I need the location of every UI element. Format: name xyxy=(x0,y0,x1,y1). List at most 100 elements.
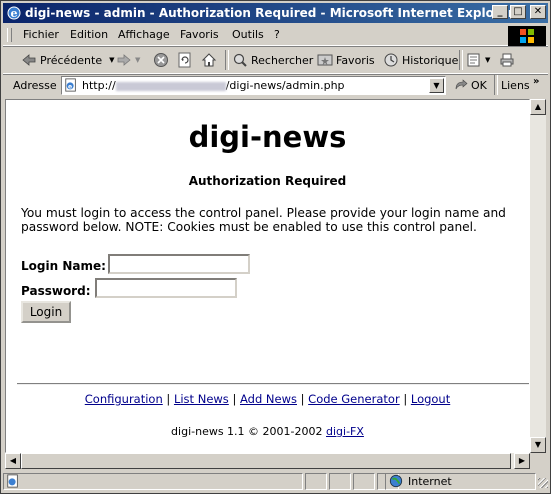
mail-icon xyxy=(466,52,482,68)
mail-button[interactable]: ▼ xyxy=(466,51,490,69)
ie-icon: e xyxy=(6,5,22,21)
close-button[interactable]: ✕ xyxy=(530,5,546,19)
page-title: digi-news xyxy=(188,120,347,154)
home-icon xyxy=(201,52,217,68)
page-subtitle: Authorization Required xyxy=(188,174,347,188)
url-prefix: http:// xyxy=(82,79,116,92)
browser-window: e digi-news - admin - Authorization Requ… xyxy=(0,0,551,494)
search-button[interactable]: Rechercher xyxy=(232,51,313,69)
home-button[interactable] xyxy=(201,51,217,69)
password-input[interactable] xyxy=(95,278,237,298)
nav-separator: | xyxy=(403,392,408,406)
nav-links: Configuration | List News | Add News | C… xyxy=(6,392,529,406)
search-label: Rechercher xyxy=(251,53,314,67)
standard-toolbar: Précédente ▼ ▼ Rechercher Favoris Histor… xyxy=(3,47,548,74)
history-button[interactable]: Historique xyxy=(383,51,458,69)
password-label: Password: xyxy=(21,284,91,298)
stop-button[interactable] xyxy=(153,51,169,69)
toolbar-separator xyxy=(494,75,498,95)
address-label: Adresse xyxy=(13,79,57,92)
link-configuration[interactable]: Configuration xyxy=(85,392,163,406)
vertical-scrollbar[interactable]: ▲ ▼ xyxy=(530,99,546,453)
scroll-up-button[interactable]: ▲ xyxy=(530,99,546,115)
address-bar: Adresse e http:///digi-news/admin.php ▼ … xyxy=(3,75,548,97)
window-title: digi-news - admin - Authorization Requir… xyxy=(25,6,514,20)
refresh-button[interactable] xyxy=(177,51,193,69)
history-icon xyxy=(383,52,399,68)
link-list-news[interactable]: List News xyxy=(174,392,229,406)
login-button[interactable]: Login xyxy=(21,301,71,323)
status-text-cell xyxy=(3,473,303,490)
back-dropdown-icon[interactable]: ▼ xyxy=(109,56,114,64)
favorites-label: Favoris xyxy=(336,53,375,67)
status-cell xyxy=(329,473,351,490)
history-label: Historique xyxy=(402,53,459,67)
forward-dropdown-icon[interactable]: ▼ xyxy=(135,56,140,64)
favorites-icon xyxy=(317,52,333,68)
zone-label: Internet xyxy=(408,475,452,488)
footer: digi-news 1.1 © 2001-2002 digi-FX xyxy=(6,425,529,438)
login-message: You must login to access the control pan… xyxy=(21,206,506,234)
nav-separator: | xyxy=(166,392,171,406)
address-dropdown-button[interactable]: ▼ xyxy=(429,78,444,93)
redacted-host xyxy=(115,81,226,91)
scroll-left-button[interactable]: ◀ xyxy=(5,453,21,469)
login-name-label: Login Name: xyxy=(21,259,106,273)
resize-grip[interactable] xyxy=(538,478,548,488)
stop-icon xyxy=(153,52,169,68)
menu-affichage[interactable]: Affichage xyxy=(118,28,170,41)
menu-edition[interactable]: Edition xyxy=(70,28,108,41)
globe-icon xyxy=(389,474,403,491)
go-label: OK xyxy=(471,78,487,92)
footer-link[interactable]: digi-FX xyxy=(326,425,364,438)
footer-text: digi-news 1.1 © 2001-2002 xyxy=(171,425,323,438)
status-cell xyxy=(305,473,327,490)
page-content: digi-news Authorization Required You mus… xyxy=(5,99,530,453)
svg-text:e: e xyxy=(68,84,72,91)
forward-button[interactable]: ▼ xyxy=(116,51,140,69)
maximize-button[interactable]: □ xyxy=(510,5,526,19)
login-name-input[interactable] xyxy=(108,254,250,274)
print-button[interactable] xyxy=(499,51,515,69)
back-label: Précédente xyxy=(40,53,103,67)
scroll-right-button[interactable]: ▶ xyxy=(514,453,530,469)
url-path: /digi-news/admin.php xyxy=(225,79,345,92)
link-logout[interactable]: Logout xyxy=(411,392,450,406)
status-page-icon xyxy=(6,474,20,491)
status-bar: Internet xyxy=(3,472,548,492)
forward-arrow-icon xyxy=(116,52,132,68)
favorites-button[interactable]: Favoris xyxy=(317,51,375,69)
menu-help[interactable]: ? xyxy=(274,28,280,41)
menu-fichier[interactable]: Fichier xyxy=(23,28,59,41)
address-input[interactable]: e http:// /digi-news/admin.php ▼ xyxy=(61,76,446,95)
title-bar[interactable]: e digi-news - admin - Authorization Requ… xyxy=(3,3,548,23)
address-url: http:// /digi-news/admin.php xyxy=(82,79,345,92)
link-code-generator[interactable]: Code Generator xyxy=(308,392,400,406)
link-add-news[interactable]: Add News xyxy=(240,392,297,406)
menu-favoris[interactable]: Favoris xyxy=(180,28,219,41)
status-cell xyxy=(353,473,375,490)
scroll-down-button[interactable]: ▼ xyxy=(530,437,546,453)
menu-bar: Fichier Edition Affichage Favoris Outils… xyxy=(3,25,548,46)
divider xyxy=(17,383,529,385)
toolbar-separator xyxy=(459,50,463,70)
back-button[interactable]: Précédente ▼ xyxy=(21,51,115,69)
svg-text:e: e xyxy=(11,7,18,20)
print-icon xyxy=(499,52,515,68)
menu-grip xyxy=(7,28,12,42)
scroll-corner xyxy=(530,453,546,469)
links-toolbar[interactable]: Liens xyxy=(501,79,530,92)
minimize-button[interactable]: _ xyxy=(492,5,508,19)
nav-separator: | xyxy=(300,392,305,406)
windows-logo-icon xyxy=(508,26,546,46)
chevron-right-icon[interactable]: » xyxy=(533,76,539,87)
go-button[interactable]: OK xyxy=(453,77,487,93)
toolbar-separator xyxy=(225,50,229,70)
mail-dropdown-icon[interactable]: ▼ xyxy=(485,56,490,64)
page-icon: e xyxy=(64,78,78,95)
nav-separator: | xyxy=(232,392,237,406)
refresh-icon xyxy=(177,52,193,68)
horizontal-scrollbar[interactable]: ◀ ▶ xyxy=(5,453,530,469)
horizontal-scroll-thumb[interactable] xyxy=(21,453,511,469)
menu-outils[interactable]: Outils xyxy=(232,28,264,41)
